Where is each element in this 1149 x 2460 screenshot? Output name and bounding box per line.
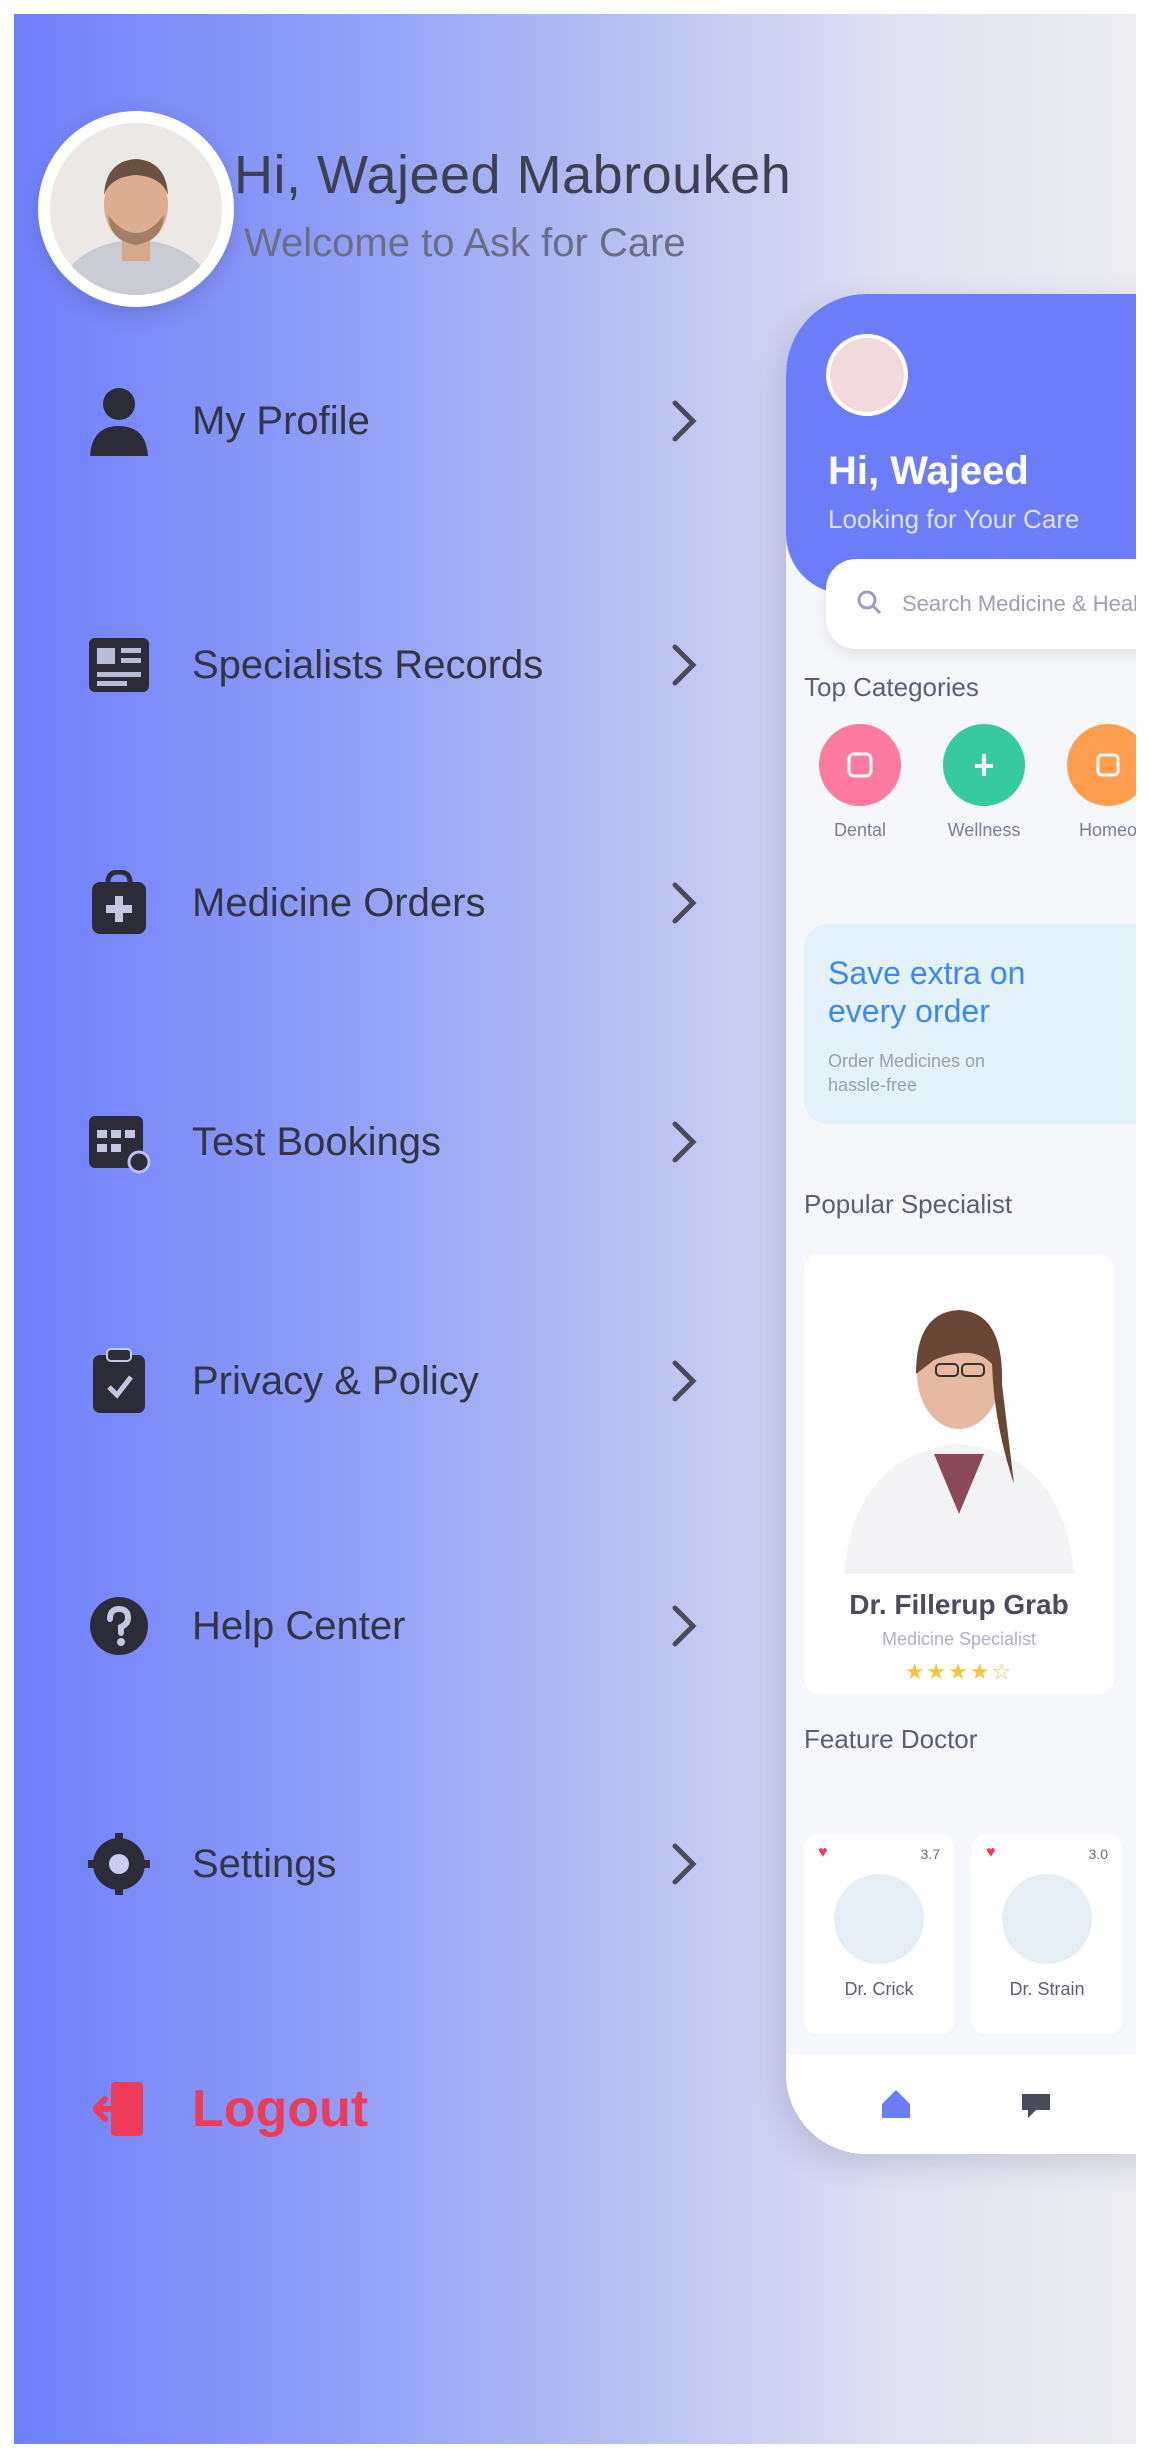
- menu-item-help-center[interactable]: Help Center: [84, 1571, 704, 1681]
- heart-icon[interactable]: ♥: [986, 1844, 996, 1862]
- clipboard-icon: [84, 1346, 154, 1416]
- promo-title: Save extra on every order: [828, 955, 1026, 1029]
- menu-item-privacy-policy[interactable]: Privacy & Policy: [84, 1326, 704, 1436]
- profile-avatar[interactable]: [38, 111, 234, 307]
- menu-label: Help Center: [192, 1603, 406, 1648]
- popular-specialist-title: Popular Specialist: [804, 1189, 1013, 1219]
- logout-button[interactable]: Logout: [84, 2054, 368, 2164]
- menu-item-settings[interactable]: Settings: [84, 1809, 704, 1919]
- menu-item-my-profile[interactable]: My Profile: [84, 366, 704, 476]
- rating-stars: ★★★★☆: [904, 1659, 1014, 1684]
- records-icon: [84, 630, 154, 700]
- heart-icon[interactable]: ♥: [818, 1844, 828, 1862]
- chevron-right-icon: [664, 1112, 704, 1172]
- rating-value: 3.7: [920, 1846, 940, 1862]
- homeo-icon: [1067, 724, 1136, 806]
- doctor-name: Dr. Crick: [844, 1979, 914, 1999]
- wellness-icon: [943, 724, 1025, 806]
- feature-doctor-card[interactable]: ♥ 3.0 Dr. Strain: [972, 1834, 1122, 2034]
- help-icon: [84, 1591, 154, 1661]
- search-icon: [856, 589, 882, 620]
- chevron-right-icon: [664, 635, 704, 695]
- menu-label: Privacy & Policy: [192, 1358, 479, 1403]
- menu-item-test-bookings[interactable]: Test Bookings: [84, 1087, 704, 1197]
- doctor-specialty: Medicine Specialist: [881, 1629, 1037, 1649]
- doctor-name: Dr. Strain: [1009, 1979, 1085, 1999]
- logout-label: Logout: [192, 2080, 369, 2138]
- rating-value: 3.0: [1088, 1846, 1108, 1862]
- home-tab-icon[interactable]: [876, 2084, 916, 2124]
- menu-label: Settings: [192, 1841, 337, 1886]
- feature-doctor-card[interactable]: ♥ 3.7 Dr. Crick: [804, 1834, 954, 2034]
- bottom-tab-bar: [786, 2054, 1136, 2154]
- category-homeo[interactable]: Homeo: [1048, 724, 1136, 864]
- menu-label: Medicine Orders: [192, 880, 486, 925]
- category-wellness[interactable]: Wellness: [924, 724, 1044, 864]
- app-screen: Hi, Wajeed Mabroukeh Welcome to Ask for …: [14, 14, 1136, 2444]
- promo-subtitle: Order Medicines on hassle-free: [828, 1051, 986, 1095]
- doctor-name: Dr. Fillerup Grab: [849, 1589, 1069, 1620]
- menu-label: Specialists Records: [192, 642, 544, 687]
- chevron-right-icon: [664, 873, 704, 933]
- home-header: Hi, Wajeed Looking for Your Care: [786, 294, 1136, 594]
- category-label: Homeo: [1078, 820, 1136, 840]
- gear-icon: [84, 1829, 154, 1899]
- feature-doctor-title: Feature Doctor: [804, 1724, 978, 1754]
- chevron-right-icon: [664, 1834, 704, 1894]
- top-categories-title: Top Categories: [804, 672, 979, 702]
- home-screen-preview[interactable]: Hi, Wajeed Looking for Your Care Search …: [786, 294, 1136, 2154]
- chevron-right-icon: [664, 1351, 704, 1411]
- search-placeholder: Search Medicine & Healthcare: [902, 591, 1136, 616]
- logout-icon: [84, 2074, 154, 2144]
- calendar-icon: [84, 1107, 154, 1177]
- category-label: Wellness: [947, 820, 1021, 840]
- chat-tab-icon[interactable]: [1016, 2084, 1056, 2124]
- search-bar[interactable]: Search Medicine & Healthcare: [826, 559, 1136, 649]
- home-avatar[interactable]: [826, 334, 908, 416]
- user-greeting: Hi, Wajeed Mabroukeh: [234, 145, 792, 205]
- tooth-icon: [819, 724, 901, 806]
- home-greeting: Hi, Wajeed: [828, 449, 1029, 493]
- welcome-subtitle: Welcome to Ask for Care: [244, 221, 686, 265]
- category-dental[interactable]: Dental: [800, 724, 920, 864]
- chevron-right-icon: [664, 391, 704, 451]
- user-icon: [84, 386, 154, 456]
- doctor-photo: [824, 1264, 1094, 1574]
- doctor-avatar: [1002, 1874, 1092, 1964]
- popular-doctor-card[interactable]: Dr. Fillerup Grab Medicine Specialist ★★…: [804, 1254, 1114, 1694]
- menu-item-specialists-records[interactable]: Specialists Records: [84, 610, 704, 720]
- home-subtitle: Looking for Your Care: [828, 504, 1080, 534]
- menu-label: My Profile: [192, 398, 370, 443]
- doctor-avatar: [834, 1874, 924, 1964]
- menu-item-medicine-orders[interactable]: Medicine Orders: [84, 848, 704, 958]
- category-label: Dental: [833, 820, 887, 840]
- menu-label: Test Bookings: [192, 1119, 442, 1164]
- chevron-right-icon: [664, 1596, 704, 1656]
- medicine-bag-icon: [84, 868, 154, 938]
- promo-banner[interactable]: Save extra on every order Order Medicine…: [804, 924, 1136, 1124]
